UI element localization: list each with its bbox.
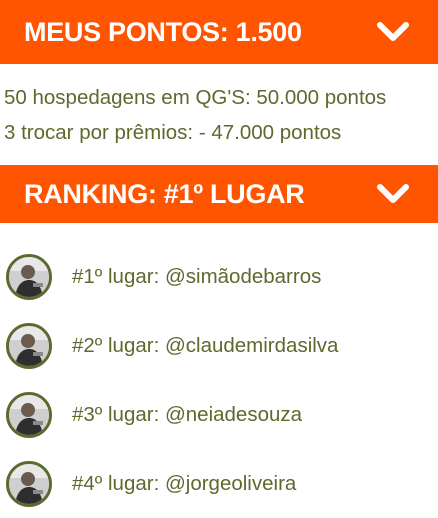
points-detail-trocas: 3 trocar por prêmios: - 47.000 pontos xyxy=(4,121,342,144)
avatar xyxy=(6,391,52,438)
chevron-down-icon[interactable] xyxy=(376,21,410,43)
ranking-item-label: #1º lugar: @simãodebarros xyxy=(72,264,322,288)
ranking-item[interactable]: #1º lugar: @simãodebarros xyxy=(0,242,438,311)
points-detail-hospedagens: 50 hospedagens em QG'S: 50.000 pontos xyxy=(4,86,387,109)
ranking-item-label: #4º lugar: @jorgeoliveira xyxy=(72,471,297,495)
ranking-item[interactable]: #4º lugar: @jorgeoliveira xyxy=(0,449,438,518)
ranking-item[interactable]: #3º lugar: @neiadesouza xyxy=(0,380,438,449)
ranking-item-label: #2º lugar: @claudemirdasilva xyxy=(72,333,339,357)
ranking-header-title: RANKING: #1º LUGAR xyxy=(24,178,305,209)
ranking-item-label: #3º lugar: @neiadesouza xyxy=(72,402,303,426)
avatar xyxy=(6,253,52,300)
ranking-header[interactable]: RANKING: #1º LUGAR xyxy=(0,165,438,223)
user-photo-icon xyxy=(9,463,49,504)
avatar xyxy=(6,460,52,507)
user-photo-icon xyxy=(9,394,49,435)
user-photo-icon xyxy=(9,325,49,366)
user-photo-icon xyxy=(9,256,49,297)
chevron-down-icon[interactable] xyxy=(376,183,410,205)
ranking-item[interactable]: #2º lugar: @claudemirdasilva xyxy=(0,311,438,380)
points-header-title: MEUS PONTOS: 1.500 xyxy=(24,16,302,47)
avatar xyxy=(6,322,52,369)
ranking-list: #1º lugar: @simãodebarros #2º lugar: @cl… xyxy=(0,242,438,518)
points-header[interactable]: MEUS PONTOS: 1.500 xyxy=(0,0,438,64)
